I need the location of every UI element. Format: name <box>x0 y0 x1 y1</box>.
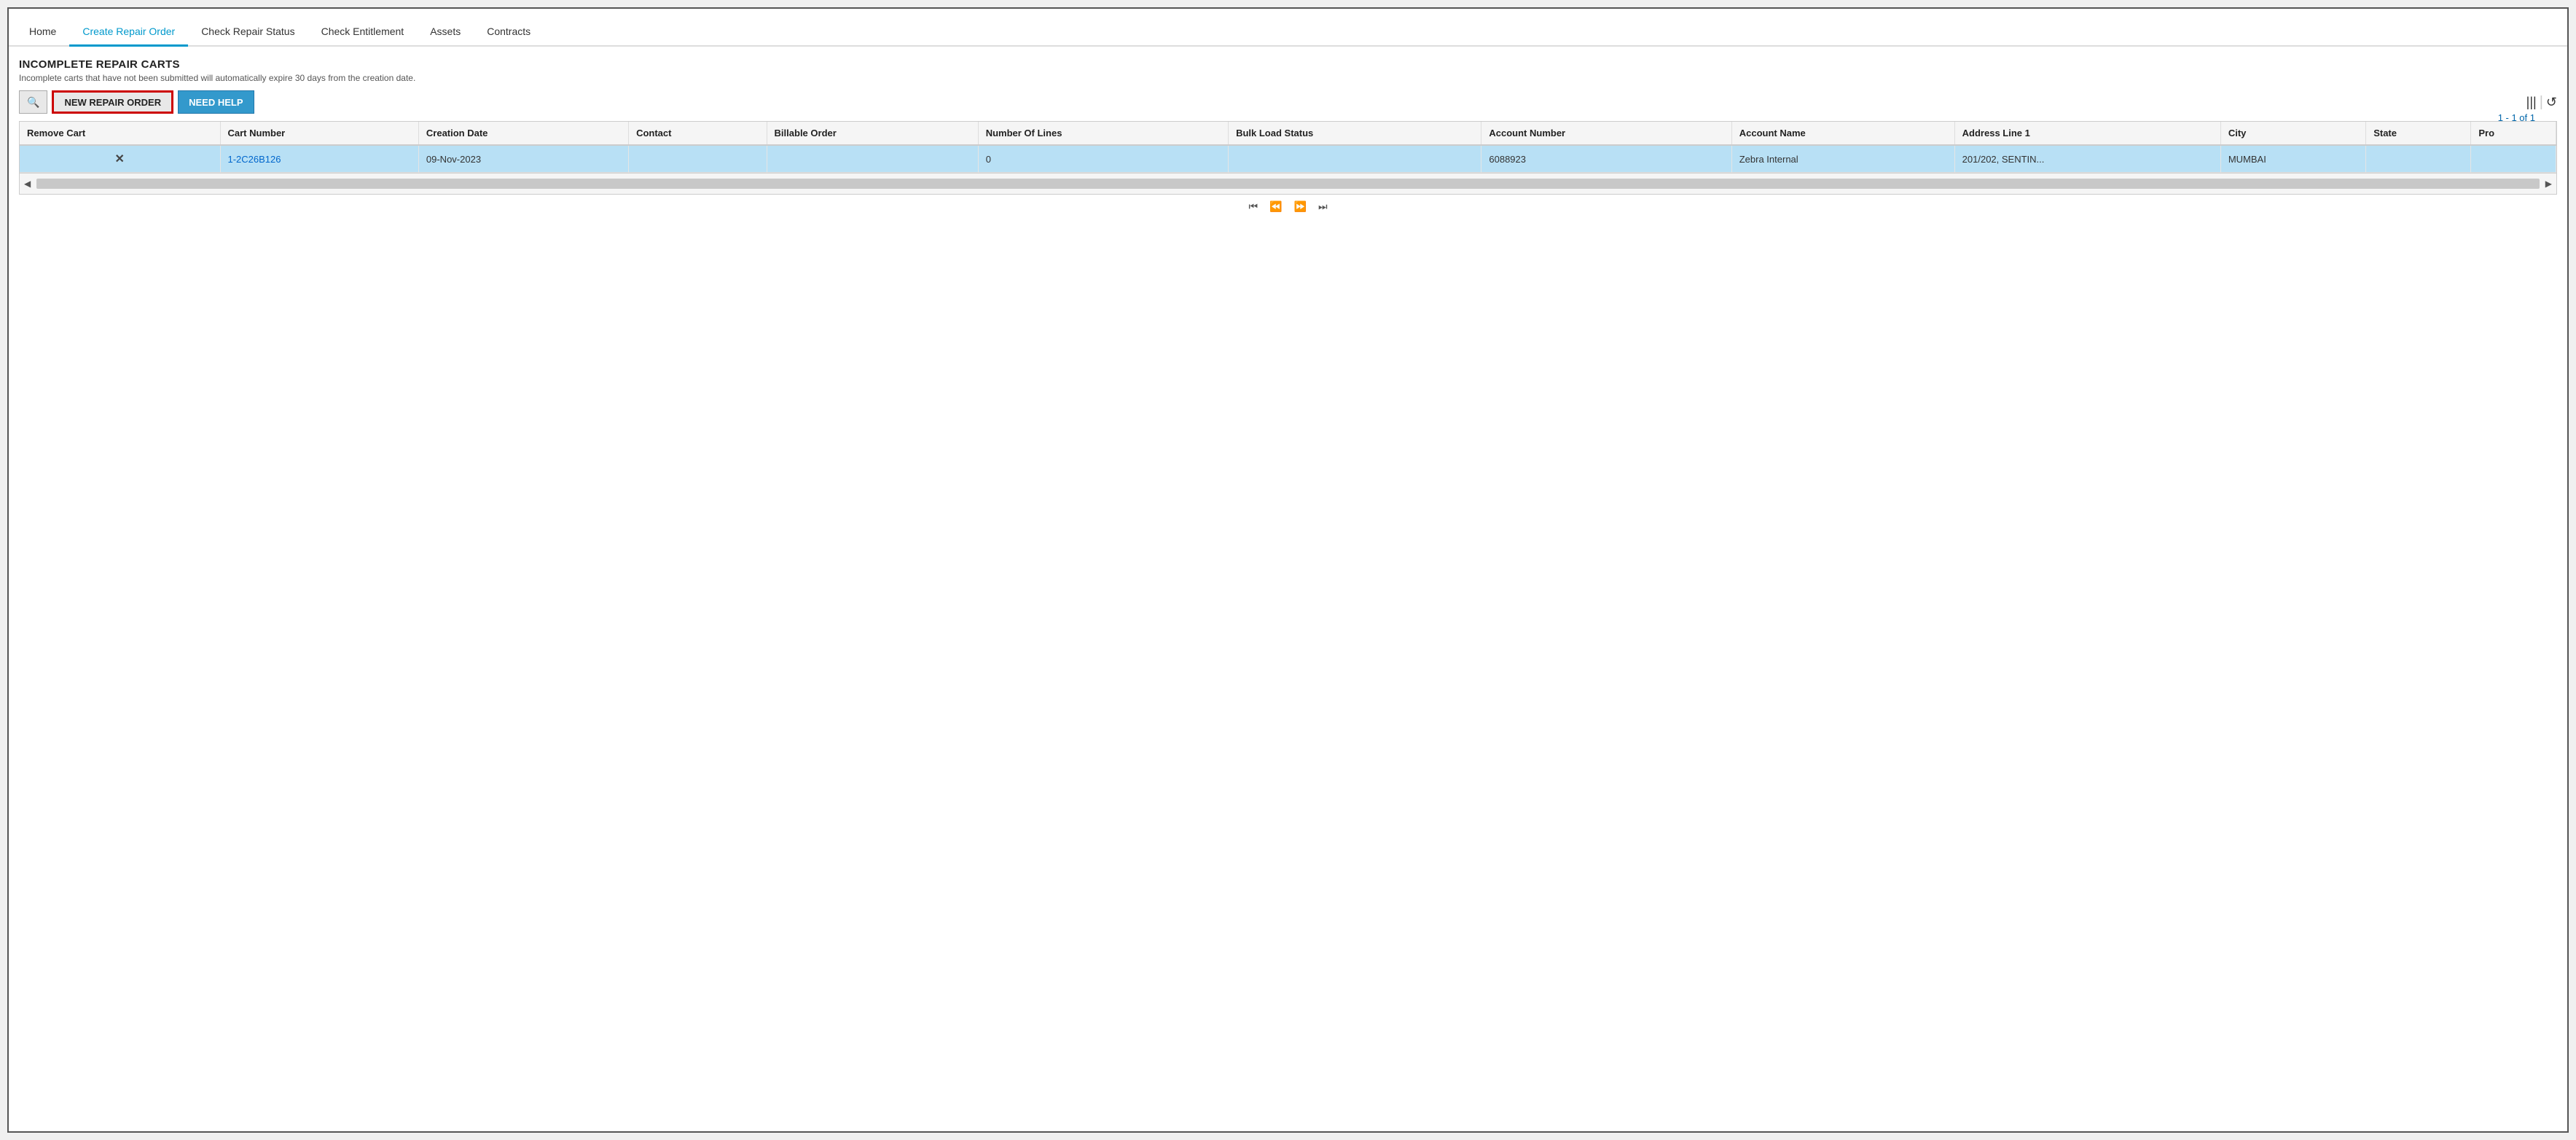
col-header-city: City <box>2220 122 2365 145</box>
prev-page-button[interactable]: ⏪ <box>1267 199 1285 214</box>
need-help-button[interactable]: NEED HELP <box>178 90 254 114</box>
repair-carts-table-wrapper: Remove CartCart NumberCreation DateConta… <box>19 121 2557 195</box>
toolbar: 🔍 NEW REPAIR ORDER NEED HELP ||| | ↺ <box>19 90 2557 114</box>
table-header: Remove CartCart NumberCreation DateConta… <box>20 122 2556 145</box>
col-header-contact: Contact <box>629 122 767 145</box>
scroll-right-arrow[interactable]: ▶ <box>2542 177 2555 190</box>
pagination-nav: ⏮ ⏪ ⏩ ⏭ <box>19 195 2557 217</box>
col-header-remove-cart: Remove Cart <box>20 122 220 145</box>
cell-contact <box>629 145 767 173</box>
cell-account-number: 6088923 <box>1481 145 1731 173</box>
col-header-address-line-1: Address Line 1 <box>1954 122 2220 145</box>
nav-tab-assets[interactable]: Assets <box>417 18 474 47</box>
search-icon: 🔍 <box>27 96 39 108</box>
divider: | <box>2540 94 2543 111</box>
cell-number-of-lines: 0 <box>978 145 1228 173</box>
cell-pro <box>2471 145 2556 173</box>
cell-creation-date: 09-Nov-2023 <box>418 145 628 173</box>
refresh-icon[interactable]: ↺ <box>2546 95 2557 110</box>
col-header-creation-date: Creation Date <box>418 122 628 145</box>
new-repair-order-button[interactable]: NEW REPAIR ORDER <box>52 90 173 114</box>
section-header: INCOMPLETE REPAIR CARTS Incomplete carts… <box>19 58 415 90</box>
col-header-billable-order: Billable Order <box>767 122 978 145</box>
col-header-cart-number: Cart Number <box>220 122 418 145</box>
col-header-pro: Pro <box>2471 122 2556 145</box>
cell-address-line-1: 201/202, SENTIN... <box>1954 145 2220 173</box>
table-row: ✕ 1-2C26B126 09-Nov-2023 0 6088923Zebra Inte… <box>20 145 2556 173</box>
page-content: INCOMPLETE REPAIR CARTS Incomplete carts… <box>9 47 2567 225</box>
columns-icon[interactable]: ||| <box>2526 95 2537 110</box>
col-header-account-number: Account Number <box>1481 122 1731 145</box>
last-page-button[interactable]: ⏭ <box>1315 199 1331 214</box>
cell-billable-order <box>767 145 978 173</box>
header-row: Remove CartCart NumberCreation DateConta… <box>20 122 2556 145</box>
table-body: ✕ 1-2C26B126 09-Nov-2023 0 6088923Zebra Inte… <box>20 145 2556 173</box>
remove-cart-icon[interactable]: ✕ <box>27 152 213 166</box>
cell-account-name: Zebra Internal <box>1731 145 1954 173</box>
section-title: INCOMPLETE REPAIR CARTS <box>19 58 415 71</box>
col-header-state: State <box>2366 122 2471 145</box>
search-button[interactable]: 🔍 <box>19 90 47 114</box>
nav-bar: HomeCreate Repair OrderCheck Repair Stat… <box>9 9 2567 47</box>
col-header-bulk-load-status: Bulk Load Status <box>1229 122 1481 145</box>
section-subtitle: Incomplete carts that have not been subm… <box>19 73 415 83</box>
cell-cart-number[interactable]: 1-2C26B126 <box>220 145 418 173</box>
header-row: INCOMPLETE REPAIR CARTS Incomplete carts… <box>19 58 2557 90</box>
horizontal-scrollbar[interactable]: ◀ ▶ <box>20 173 2556 194</box>
cell-remove-cart[interactable]: ✕ <box>20 145 220 173</box>
col-header-account-name: Account Name <box>1731 122 1954 145</box>
first-page-button[interactable]: ⏮ <box>1245 199 1261 214</box>
cell-state <box>2366 145 2471 173</box>
nav-tab-check-entitlement[interactable]: Check Entitlement <box>308 18 418 47</box>
toolbar-right: ||| | ↺ <box>2526 94 2557 111</box>
nav-tab-contracts[interactable]: Contracts <box>474 18 544 47</box>
nav-tab-home[interactable]: Home <box>16 18 69 47</box>
repair-carts-table: Remove CartCart NumberCreation DateConta… <box>20 122 2556 173</box>
next-page-button[interactable]: ⏩ <box>1291 199 1309 214</box>
cell-bulk-load-status <box>1229 145 1481 173</box>
nav-tab-create-repair-order[interactable]: Create Repair Order <box>69 18 188 47</box>
scroll-left-arrow[interactable]: ◀ <box>21 177 34 190</box>
cart-number-link[interactable]: 1-2C26B126 <box>228 154 281 165</box>
col-header-number-of-lines: Number Of Lines <box>978 122 1228 145</box>
cell-city: MUMBAI <box>2220 145 2365 173</box>
nav-tab-check-repair-status[interactable]: Check Repair Status <box>188 18 308 47</box>
scroll-track[interactable] <box>36 179 2540 189</box>
